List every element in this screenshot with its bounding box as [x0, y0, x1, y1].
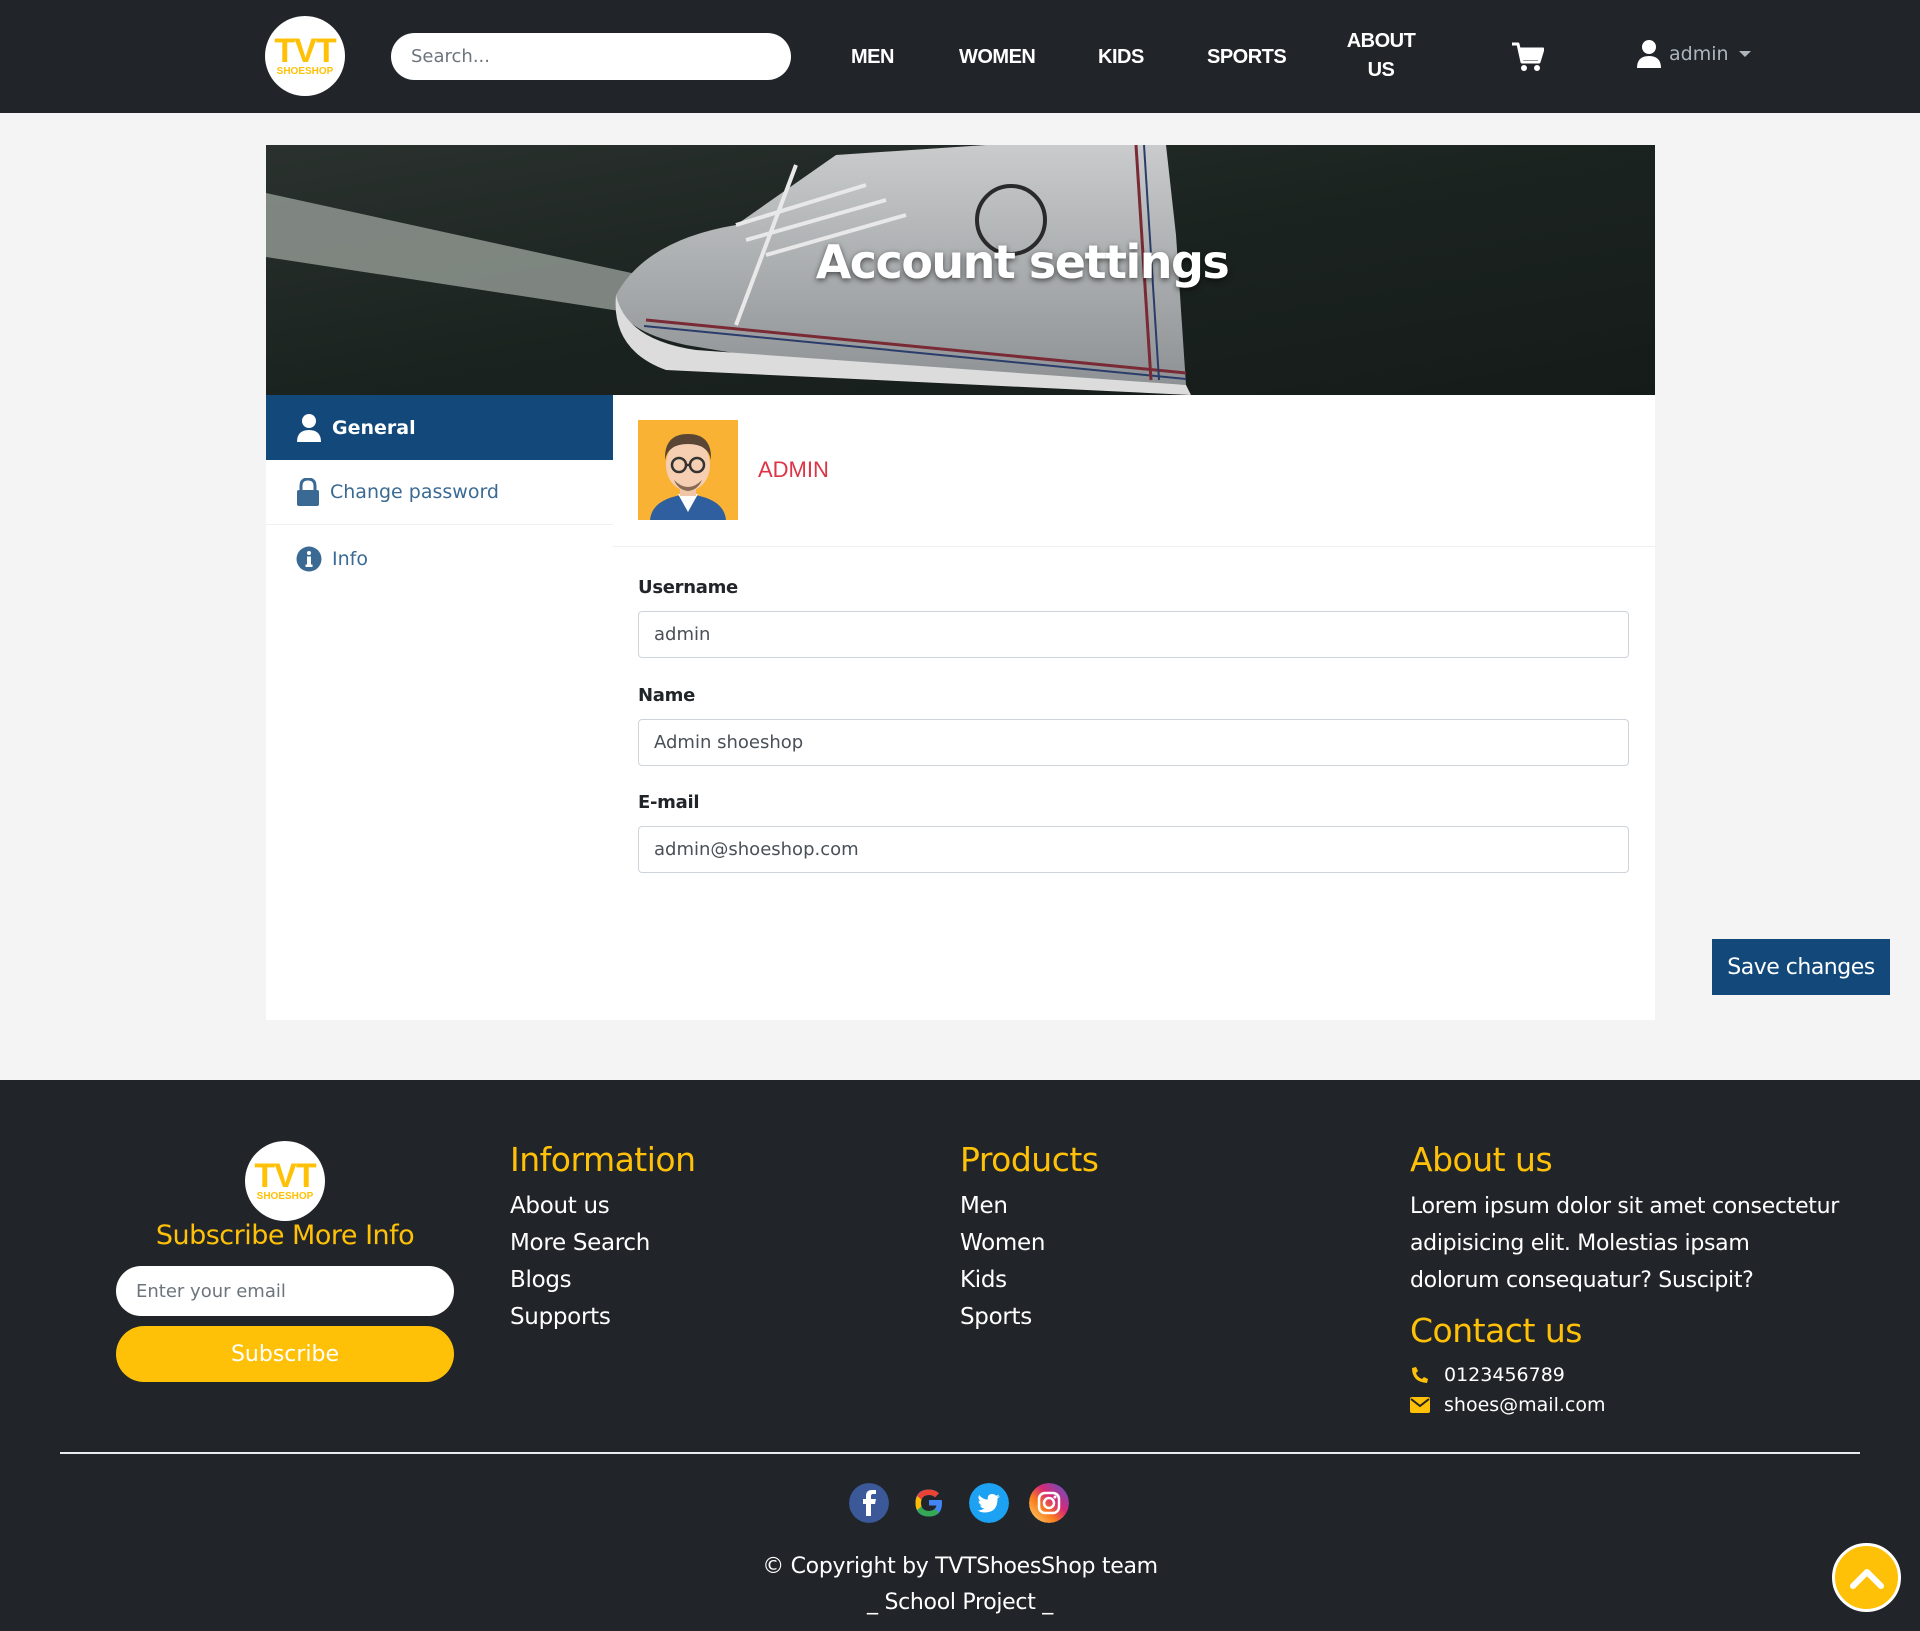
user-name: admin: [1669, 43, 1729, 65]
contact-phone[interactable]: 0123456789: [1410, 1360, 1840, 1390]
footer-link-men[interactable]: Men: [960, 1188, 1099, 1225]
scroll-to-top-button[interactable]: [1832, 1543, 1901, 1612]
user-icon: [297, 413, 321, 442]
project-text: _ School Project _: [867, 1590, 1053, 1615]
profile-header: ADMIN: [613, 395, 1655, 547]
user-dropdown[interactable]: admin: [1637, 40, 1751, 68]
footer-link-more-search[interactable]: More Search: [510, 1225, 696, 1262]
nav-link-about-us[interactable]: ABOUT US: [1343, 27, 1419, 85]
footer-divider: [60, 1452, 1860, 1454]
footer-heading-about: About us: [1410, 1140, 1553, 1179]
save-changes-button[interactable]: Save changes: [1712, 939, 1890, 995]
envelope-icon: [1410, 1397, 1430, 1413]
logo-sub-text: SHOESHOP: [276, 65, 334, 77]
logo-main-text: TVT: [274, 31, 336, 70]
footer-heading-information: Information: [510, 1140, 696, 1179]
copyright: © Copyright by TVTShoesShop team _ Schoo…: [0, 1549, 1920, 1621]
twitter-icon[interactable]: [969, 1483, 1009, 1523]
footer-about-text: Lorem ipsum dolor sit amet consectetur a…: [1410, 1194, 1840, 1293]
instagram-icon[interactable]: [1029, 1483, 1069, 1523]
chevron-down-icon: [1738, 51, 1751, 57]
profile-name: ADMIN: [758, 457, 829, 482]
email-field[interactable]: [638, 826, 1629, 873]
footer-products: Products Men Women Kids Sports: [960, 1140, 1099, 1336]
sidebar-item-label: Change password: [330, 481, 499, 503]
search-input[interactable]: [391, 33, 791, 80]
sidebar-item-label: General: [332, 416, 416, 439]
about-line-2: US: [1367, 59, 1395, 81]
subscribe-button[interactable]: Subscribe: [116, 1326, 454, 1382]
footer-heading-products: Products: [960, 1140, 1099, 1179]
footer-link-sports[interactable]: Sports: [960, 1299, 1099, 1336]
about-line-1: ABOUT: [1346, 30, 1416, 52]
username-field[interactable]: [638, 611, 1629, 658]
user-icon: [1637, 40, 1661, 68]
contact-phone-text: 0123456789: [1444, 1364, 1565, 1386]
logo-sub-text: SHOESHOP: [256, 1190, 314, 1202]
sidebar-item-info[interactable]: Info: [266, 526, 613, 591]
email-label: E-mail: [638, 792, 700, 813]
footer-logo[interactable]: TVT SHOESHOP: [245, 1141, 325, 1221]
nav-link-kids[interactable]: KIDS: [1098, 43, 1144, 72]
sidebar-item-change-password[interactable]: Change password: [266, 460, 613, 525]
footer: TVT SHOESHOP Subscribe More Info Subscri…: [0, 1080, 1920, 1631]
footer-link-kids[interactable]: Kids: [960, 1262, 1099, 1299]
facebook-icon[interactable]: [849, 1483, 889, 1523]
subscribe-title: Subscribe More Info: [155, 1220, 415, 1251]
contact-email-text: shoes@mail.com: [1444, 1394, 1606, 1416]
footer-about: About us Lorem ipsum dolor sit amet cons…: [1410, 1140, 1840, 1420]
footer-link-blogs[interactable]: Blogs: [510, 1262, 696, 1299]
footer-information: Information About us More Search Blogs S…: [510, 1140, 696, 1336]
nav-link-men[interactable]: MEN: [851, 43, 894, 72]
settings-sidebar: General Change password Info: [266, 395, 613, 1020]
banner: Account settings: [266, 145, 1655, 395]
copyright-text: © Copyright by TVTShoesShop team: [762, 1554, 1158, 1579]
info-icon: [296, 546, 322, 571]
page-title: Account settings: [815, 235, 1230, 289]
footer-link-women[interactable]: Women: [960, 1225, 1099, 1262]
subscribe-email-input[interactable]: [116, 1266, 454, 1316]
name-label: Name: [638, 685, 695, 706]
contact-email[interactable]: shoes@mail.com: [1410, 1390, 1840, 1420]
general-settings: ADMIN Username Name E-mail Save changes: [613, 395, 1890, 1020]
chevron-up-icon: [1849, 1568, 1884, 1589]
phone-icon: [1412, 1367, 1428, 1383]
username-label: Username: [638, 577, 738, 598]
navbar: TVT SHOESHOP MEN WOMEN KIDS SPORTS ABOUT…: [0, 0, 1920, 113]
footer-link-about-us[interactable]: About us: [510, 1188, 696, 1225]
brand-logo[interactable]: TVT SHOESHOP: [265, 16, 345, 96]
avatar[interactable]: [638, 420, 738, 520]
google-icon[interactable]: [909, 1483, 949, 1523]
sidebar-item-general[interactable]: General: [266, 395, 613, 460]
footer-link-supports[interactable]: Supports: [510, 1299, 696, 1336]
account-settings-card: Account settings General Change password: [266, 145, 1890, 1020]
sidebar-item-label: Info: [332, 547, 368, 570]
cart-icon[interactable]: [1512, 42, 1544, 72]
nav-link-sports[interactable]: SPORTS: [1207, 43, 1287, 72]
footer-heading-contact: Contact us: [1410, 1311, 1583, 1350]
lock-icon: [297, 478, 319, 506]
name-field[interactable]: [638, 719, 1629, 766]
logo-main-text: TVT: [254, 1156, 316, 1195]
nav-link-women[interactable]: WOMEN: [959, 43, 1036, 72]
